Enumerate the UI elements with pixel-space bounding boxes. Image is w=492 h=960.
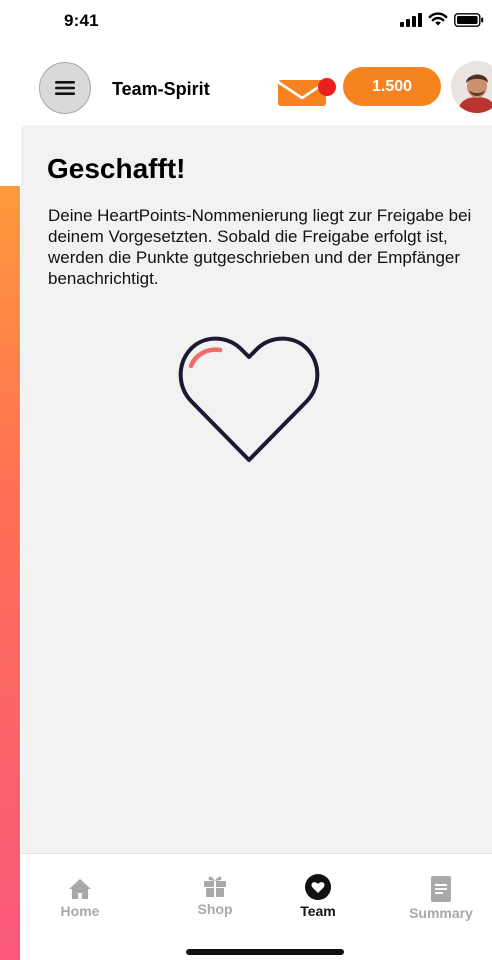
side-accent-stripe [0, 186, 20, 960]
messages-button[interactable] [276, 70, 336, 110]
nav-label-shop: Shop [197, 901, 233, 917]
notification-dot [318, 78, 336, 96]
points-value: 1.500 [371, 77, 413, 95]
document-icon [431, 876, 451, 902]
nav-label-team: Team [300, 903, 336, 919]
nav-item-team[interactable]: Team [273, 874, 363, 919]
home-icon [69, 879, 91, 899]
points-badge[interactable]: 1.500 [343, 67, 441, 106]
battery-icon [454, 12, 484, 27]
gift-icon [204, 876, 226, 897]
nav-item-summary[interactable]: Summary [396, 876, 486, 921]
success-title: Geschafft! [47, 153, 186, 184]
nav-label-home: Home [60, 903, 100, 919]
page-title: Team-Spirit [112, 79, 210, 99]
success-panel: Geschafft! Deine HeartPoints-Nommenierun… [21, 125, 492, 853]
status-bar: 9:41 [0, 0, 492, 44]
nav-label-summary: Summary [409, 905, 473, 921]
success-message: Deine HeartPoints-Nommenierung liegt zur… [48, 206, 472, 288]
menu-button[interactable] [39, 62, 91, 114]
hamburger-icon [55, 81, 75, 95]
avatar[interactable] [451, 61, 492, 113]
nav-item-home[interactable]: Home [35, 878, 125, 919]
heart-icon [178, 336, 320, 462]
bottom-nav: Home Shop Team Summary [21, 853, 492, 960]
app-header: Team-Spirit 1.500 [0, 56, 492, 120]
home-indicator[interactable] [186, 949, 344, 955]
wifi-icon [428, 12, 448, 26]
nav-item-shop[interactable]: Shop [170, 874, 260, 917]
status-icons [400, 12, 484, 27]
signal-icon [400, 12, 422, 27]
heart-circle-icon [305, 874, 331, 900]
status-time: 9:41 [64, 11, 99, 30]
user-avatar-image [451, 61, 492, 113]
